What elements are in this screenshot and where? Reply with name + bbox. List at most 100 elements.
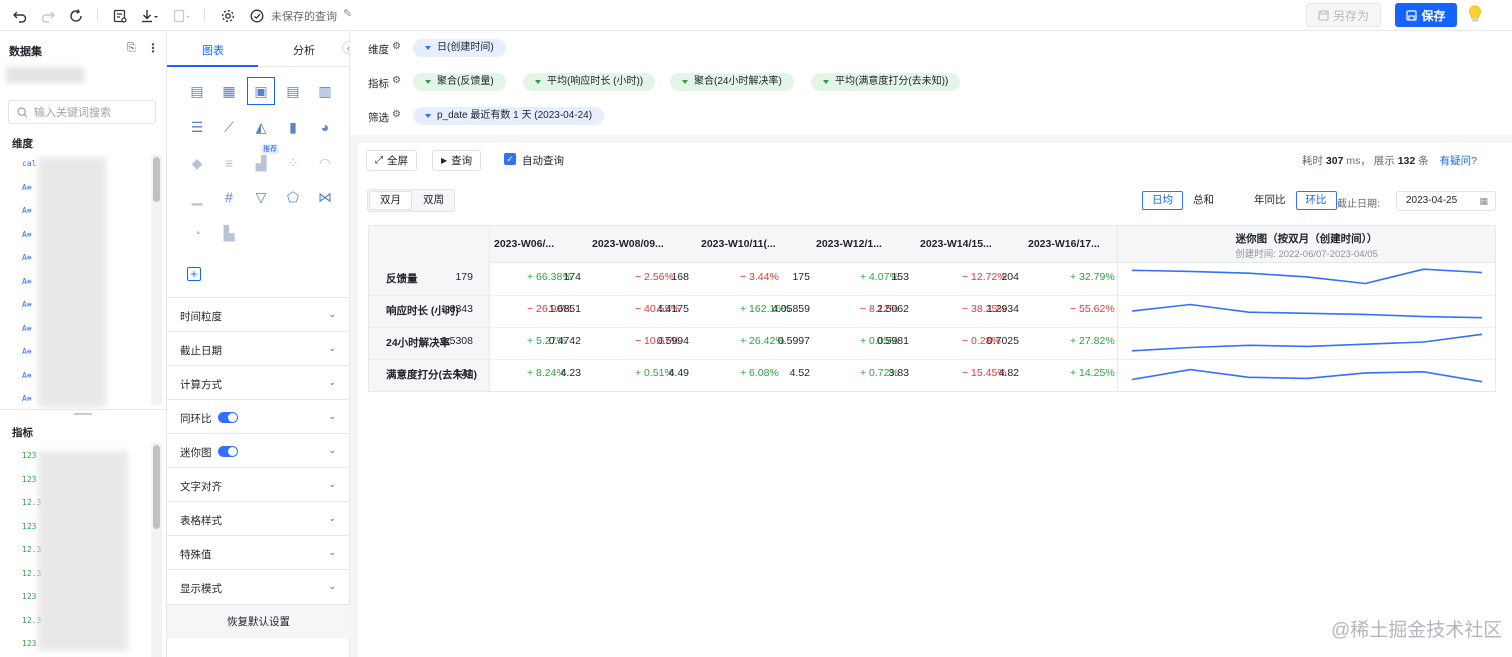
chart-type-ribbon-icon[interactable]: ◠ (315, 153, 335, 173)
config-section[interactable]: 计算方式 ⌄ (167, 365, 350, 399)
refresh-icon[interactable] (66, 6, 86, 26)
compare-option-mom[interactable]: 环比 (1295, 191, 1337, 210)
chart-type-pivot-table-selected-icon[interactable]: ▣ (247, 77, 275, 105)
config-section[interactable]: 截止日期 ⌄ (167, 331, 350, 365)
pivot-table: 2023-W06/... 2023-W08/09... 2023-W10/11(..… (368, 225, 1496, 392)
text-field-icon: A≡ (22, 182, 32, 192)
settings-gear-icon[interactable] (218, 6, 238, 26)
column-header[interactable]: 2023-W14/15... (920, 238, 1020, 250)
download-icon[interactable] (140, 6, 160, 26)
chart-type-funnel-icon[interactable]: ▽ (251, 187, 271, 207)
chart-type-pie-icon[interactable]: ◕ (315, 117, 335, 137)
config-section-label: 截止日期 (180, 345, 222, 357)
chart-type-kpi-number-icon[interactable]: # (219, 187, 239, 207)
chart-type-sankey-icon[interactable]: ⋈ (315, 187, 335, 207)
chart-type-radar-icon[interactable]: ⬠ (283, 187, 303, 207)
metric-pill[interactable]: 平均(响应时长 (小时)) (523, 73, 656, 91)
period-option-bimonth[interactable]: 双月 (369, 191, 412, 210)
config-section[interactable]: 显示模式 ⌄ (167, 569, 350, 603)
dimension-scroll-thumb[interactable] (153, 157, 160, 202)
chart-type-column-icon[interactable]: ▮ (283, 117, 303, 137)
redo-icon[interactable] (38, 6, 58, 26)
auto-query-checkbox[interactable]: ✓ (504, 153, 516, 165)
cutoff-date-picker[interactable]: 2023-04-25 ▦ (1396, 191, 1496, 211)
period-option-biweek[interactable]: 双周 (413, 190, 454, 211)
tab-chart[interactable]: 图表 (202, 42, 224, 58)
chart-type-map-icon[interactable]: ◆ (187, 153, 207, 173)
chart-type-histogram-icon[interactable]: ▁ (187, 187, 207, 207)
agg-option-daily-avg[interactable]: 日均 (1142, 191, 1183, 210)
config-section[interactable]: 迷你图 ⌄ (167, 433, 350, 467)
chart-type-cross-table-icon[interactable]: ▦ (219, 81, 239, 101)
column-header[interactable]: 2023-W12/1... (816, 238, 916, 250)
metric-shelf: 指标 ⚙ 聚合(反馈量) 平均(响应时长 (小时)) 聚合(24小时解决率) 平… (350, 65, 1512, 99)
chevron-down-icon: ⌄ (328, 547, 336, 557)
save-as-button[interactable]: 另存为 (1306, 3, 1381, 27)
chart-type-table-icon[interactable]: ▤ (187, 81, 207, 101)
chart-type-bar-horizontal-icon[interactable]: ☰ (187, 117, 207, 137)
query-button[interactable]: ▶ 查询 (432, 150, 482, 171)
config-section[interactable]: 同环比 ⌄ (167, 399, 350, 433)
edit-title-icon[interactable]: ✎ (343, 7, 352, 20)
chart-type-detail-table-icon[interactable]: ▤ (283, 81, 303, 101)
table-cell-change: + 32.79% (1070, 271, 1115, 283)
column-header[interactable]: 2023-W08/09... (592, 238, 692, 250)
filter-settings-gear-icon[interactable]: ⚙ (392, 109, 401, 120)
metric-pill[interactable]: 聚合(反馈量) (413, 73, 506, 91)
agg-option-sum[interactable]: 总和 (1183, 191, 1224, 210)
chart-type-line-icon[interactable]: ⟋ (219, 117, 239, 137)
dataset-switch-icon[interactable]: ⎘ (127, 42, 136, 55)
chart-type-area-icon[interactable]: ◭ (251, 117, 271, 137)
chart-type-combo-icon[interactable]: ▟ (251, 153, 271, 173)
column-header[interactable]: 2023-W06/... (494, 238, 594, 250)
sparkline[interactable] (1131, 303, 1483, 319)
table-cell-value: 0.5994 (656, 335, 689, 347)
config-section[interactable]: 文字对齐 ⌄ (167, 467, 350, 501)
save-as-label: 另存为 (1332, 8, 1369, 23)
chart-type-scatter-icon[interactable]: ⁘ (283, 153, 303, 173)
export-icon[interactable] (172, 6, 192, 26)
sparkline[interactable] (1131, 368, 1483, 383)
dimension-pill[interactable]: 日(创建时间) (413, 39, 506, 57)
query-history-icon[interactable] (110, 6, 130, 26)
compare-option-yoy[interactable]: 年同比 (1244, 191, 1296, 210)
chart-type-gauge-icon[interactable]: ◔ (187, 223, 207, 243)
filter-pill[interactable]: p_date 最近有数 1 天 (2023-04-24) (413, 107, 605, 125)
config-section[interactable]: 表格样式 ⌄ (167, 501, 350, 535)
resize-handle[interactable] (74, 413, 92, 415)
chart-type-waterfall-icon[interactable]: ▙ (219, 223, 239, 243)
result-canvas: ⤢ 全屏 ▶ 查询 ✓ 自动查询 耗时 307 ms， 展示 132 条 有疑问… (358, 143, 1512, 657)
save-button[interactable]: 保存 (1395, 3, 1457, 27)
text-field-icon: A≡ (22, 229, 32, 239)
metric-settings-gear-icon[interactable]: ⚙ (392, 75, 401, 86)
column-header[interactable]: 2023-W10/11(... (701, 238, 801, 250)
sparkline[interactable] (1131, 268, 1483, 285)
undo-icon[interactable] (10, 6, 30, 26)
watermark: @稀土掘金技术社区 (1331, 620, 1503, 641)
dimension-settings-gear-icon[interactable]: ⚙ (392, 41, 401, 52)
table-cell-value: 4.23 (560, 367, 581, 379)
metric-pill[interactable]: 聚合(24小时解决率) (670, 73, 794, 91)
chart-type-stacked-icon[interactable]: ≡ (219, 153, 239, 173)
column-header[interactable]: 2023-W16/17... (1028, 238, 1128, 250)
number-field-icon: 123 (22, 639, 37, 648)
chevron-down-icon: ⌄ (328, 581, 336, 591)
metric-pill[interactable]: 平均(满意度打分(去未知)) (811, 73, 961, 91)
config-section[interactable]: 特殊值 ⌄ (167, 535, 350, 569)
metric-scroll-thumb[interactable] (153, 445, 160, 529)
more-menu-icon[interactable]: ⋮ (147, 41, 159, 55)
help-link[interactable]: 有疑问? (1440, 155, 1477, 167)
toggle-switch[interactable] (218, 412, 238, 423)
table-cell-value: 1.6851 (548, 303, 581, 315)
fullscreen-button[interactable]: ⤢ 全屏 (366, 150, 417, 171)
chart-type-bar-icon[interactable]: ▥ (315, 81, 335, 101)
reset-default-button[interactable]: 恢复默认设置 (167, 604, 350, 638)
text-field-icon: A≡ (22, 370, 32, 380)
sparkline[interactable] (1131, 333, 1483, 352)
tab-analysis[interactable]: 分析 (293, 42, 315, 58)
toggle-switch[interactable] (218, 446, 238, 457)
field-search-input[interactable]: 输入关键词搜索 (8, 100, 156, 124)
lightbulb-icon[interactable] (1468, 5, 1482, 26)
config-section[interactable]: 时间粒度 ⌄ (167, 297, 350, 331)
add-chart-icon[interactable]: + (187, 267, 201, 281)
